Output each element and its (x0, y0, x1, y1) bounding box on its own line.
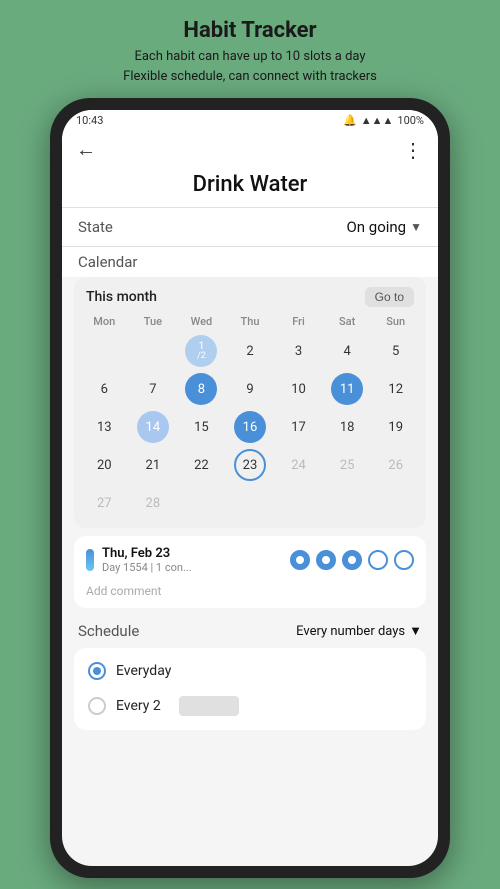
app-header: Habit Tracker Each habit can have up to … (103, 0, 397, 98)
cal-cell[interactable]: 22 (177, 446, 226, 484)
schedule-label: Schedule (78, 622, 139, 640)
state-value-dropdown[interactable]: On going ▼ (346, 218, 422, 236)
day-header-sun: Sun (371, 313, 420, 332)
schedule-options: Everyday Every 2 (74, 648, 426, 730)
status-bar: 10:43 🔔 ▲▲▲ 100% (62, 110, 438, 131)
day-header-fri: Fri (274, 313, 323, 332)
more-button[interactable]: ⋮ (403, 138, 424, 162)
cal-cell[interactable]: 21 (129, 446, 178, 484)
chevron-down-schedule-icon: ▼ (409, 623, 422, 639)
cal-cell (274, 484, 323, 522)
day-sub: Day 1554 | 1 con... (102, 561, 192, 574)
option-label-everyday: Everyday (116, 663, 171, 679)
cal-cell[interactable]: 18 (323, 408, 372, 446)
cal-cell[interactable] (129, 332, 178, 370)
cal-cell-23[interactable]: 23 (226, 446, 275, 484)
cal-cell (177, 484, 226, 522)
signal-icon: 🔔 (343, 114, 357, 127)
cal-cell-wed1[interactable]: 1/2 (177, 332, 226, 370)
cal-cell[interactable]: 20 (80, 446, 129, 484)
page-title: Drink Water (62, 172, 438, 207)
radio-every2[interactable] (88, 697, 106, 715)
cal-cell-8[interactable]: 8 (177, 370, 226, 408)
phone-screen: 10:43 🔔 ▲▲▲ 100% ← ⋮ Drink Water State O… (62, 110, 438, 866)
day-header-mon: Mon (80, 313, 129, 332)
day-header-thu: Thu (226, 313, 275, 332)
cal-cell[interactable]: 25 (323, 446, 372, 484)
calendar-header: Calendar (62, 247, 438, 277)
status-right: 🔔 ▲▲▲ 100% (343, 114, 424, 127)
state-value-text: On going (346, 218, 406, 236)
day-header-sat: Sat (323, 313, 372, 332)
cal-cell[interactable]: 12 (371, 370, 420, 408)
app-subtitle: Each habit can have up to 10 slots a day… (123, 47, 377, 86)
state-row: State On going ▼ (62, 208, 438, 246)
add-comment-button[interactable]: Add comment (86, 580, 414, 598)
cal-cell[interactable]: 9 (226, 370, 275, 408)
cal-cell[interactable]: 2 (226, 332, 275, 370)
option-label-every2: Every 2 (116, 698, 161, 714)
cal-cell[interactable]: 4 (323, 332, 372, 370)
dot-2[interactable] (316, 550, 336, 570)
day-header-wed: Wed (177, 313, 226, 332)
schedule-value-text: Every number days (296, 624, 405, 639)
schedule-row: Schedule Every number days ▼ (62, 614, 438, 648)
cal-cell (226, 484, 275, 522)
calendar-label: Calendar (78, 253, 422, 271)
cal-cell-16[interactable]: 16 (226, 408, 275, 446)
this-month-label: This month (86, 289, 157, 305)
top-nav: ← ⋮ (62, 131, 438, 172)
dot-3[interactable] (342, 550, 362, 570)
state-label: State (78, 218, 113, 236)
day-dots (290, 550, 414, 570)
radio-inner-everyday (93, 667, 101, 675)
back-button[interactable]: ← (76, 137, 96, 162)
cal-cell (323, 484, 372, 522)
cal-cell[interactable]: 27 (80, 484, 129, 522)
cal-cell[interactable]: 26 (371, 446, 420, 484)
cal-cell (371, 484, 420, 522)
cal-cell[interactable]: 5 (371, 332, 420, 370)
cal-cell[interactable]: 3 (274, 332, 323, 370)
schedule-option-every2[interactable]: Every 2 (74, 688, 426, 724)
chevron-down-icon: ▼ (410, 220, 422, 234)
battery-level: 100% (397, 114, 424, 127)
app-title: Habit Tracker (123, 18, 377, 43)
cal-cell-14[interactable]: 14 (129, 408, 178, 446)
cal-cell[interactable] (80, 332, 129, 370)
calendar-top-row: This month Go to (80, 287, 420, 313)
cal-cell[interactable]: 19 (371, 408, 420, 446)
dot-5[interactable] (394, 550, 414, 570)
cal-cell[interactable]: 15 (177, 408, 226, 446)
day-header-tue: Tue (129, 313, 178, 332)
day-detail-header: Thu, Feb 23 Day 1554 | 1 con... (86, 546, 414, 574)
cal-cell[interactable]: 10 (274, 370, 323, 408)
schedule-option-everyday[interactable]: Everyday (74, 654, 426, 688)
calendar-box: This month Go to Mon Tue Wed Thu Fri Sat… (74, 277, 426, 528)
day-detail-card: Thu, Feb 23 Day 1554 | 1 con... Add comm… (74, 536, 426, 608)
radio-everyday[interactable] (88, 662, 106, 680)
cal-cell[interactable]: 6 (80, 370, 129, 408)
calendar-grid: Mon Tue Wed Thu Fri Sat Sun 1/2 2 (80, 313, 420, 522)
cal-cell[interactable]: 17 (274, 408, 323, 446)
dot-1[interactable] (290, 550, 310, 570)
schedule-dropdown[interactable]: Every number days ▼ (296, 623, 422, 639)
cal-cell[interactable]: 7 (129, 370, 178, 408)
status-time: 10:43 (76, 114, 103, 127)
cal-cell[interactable]: 13 (80, 408, 129, 446)
goto-button[interactable]: Go to (365, 287, 414, 307)
cal-cell[interactable]: 28 (129, 484, 178, 522)
cal-cell[interactable]: 24 (274, 446, 323, 484)
wifi-icon: ▲▲▲ (361, 114, 394, 127)
content-area: State On going ▼ Calendar This month Go … (62, 208, 438, 866)
day-date: Thu, Feb 23 (102, 546, 192, 561)
phone-frame: 10:43 🔔 ▲▲▲ 100% ← ⋮ Drink Water State O… (50, 98, 450, 878)
water-drop-icon (86, 549, 94, 571)
dot-4[interactable] (368, 550, 388, 570)
input-every2[interactable] (179, 696, 239, 716)
cal-cell-11[interactable]: 11 (323, 370, 372, 408)
day-info: Thu, Feb 23 Day 1554 | 1 con... (102, 546, 192, 574)
